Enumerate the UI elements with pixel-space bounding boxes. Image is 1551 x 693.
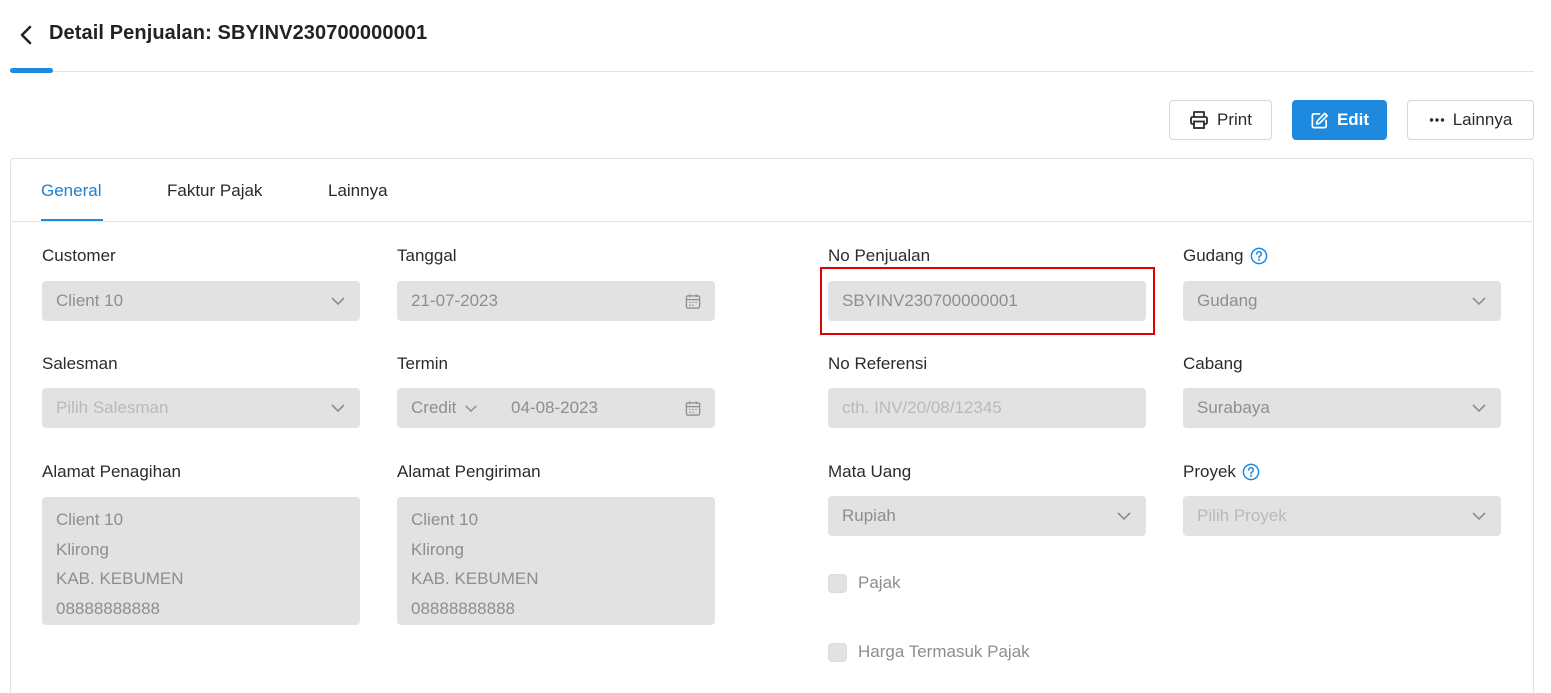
address-line: Klirong	[56, 539, 109, 559]
edit-icon	[1311, 112, 1328, 128]
edit-label: Edit	[1336, 110, 1370, 129]
mata-uang-select[interactable]: Rupiah	[828, 496, 1146, 536]
gudang-value: Gudang	[1197, 291, 1258, 310]
chevron-down-icon	[1471, 400, 1487, 416]
header-divider	[10, 71, 1534, 72]
calendar-icon	[685, 400, 701, 416]
no-referensi-label-text: No Referensi	[828, 354, 928, 373]
print-button[interactable]: Print	[1169, 100, 1272, 140]
alamat-pengiriman-label-text: Alamat Pengiriman	[397, 462, 541, 481]
address-line: Klirong	[411, 539, 464, 559]
question-circle-icon[interactable]	[1242, 463, 1260, 481]
customer-select[interactable]: Client 10	[42, 281, 360, 321]
tab-lainnya[interactable]: Lainnya	[328, 181, 388, 201]
pajak-checkbox-row[interactable]: Pajak	[828, 573, 901, 593]
termin-group[interactable]: Credit 04-08-2023	[397, 388, 715, 428]
proyek-label: Proyek	[1183, 462, 1260, 482]
tanggal-date-input[interactable]: 21-07-2023	[397, 281, 715, 321]
header-accent-bar	[10, 68, 53, 73]
tanggal-label: Tanggal	[397, 246, 457, 266]
page-title: Detail Penjualan: SBYINV230700000001	[49, 22, 428, 44]
cabang-select[interactable]: Surabaya	[1183, 388, 1501, 428]
chevron-left-icon	[20, 25, 32, 45]
cabang-value: Surabaya	[1197, 398, 1270, 417]
tab-general[interactable]: General	[41, 181, 101, 201]
salesman-placeholder: Pilih Salesman	[56, 398, 169, 417]
tab-bar: General Faktur Pajak Lainnya	[11, 159, 1533, 222]
proyek-placeholder: Pilih Proyek	[1197, 506, 1287, 525]
cabang-label-text: Cabang	[1183, 354, 1243, 373]
alamat-penagihan-textarea[interactable]: Client 10 Klirong KAB. KEBUMEN 088888888…	[42, 497, 360, 625]
gudang-label-text: Gudang	[1183, 246, 1244, 265]
salesman-label: Salesman	[42, 354, 118, 374]
gudang-label: Gudang	[1183, 246, 1268, 266]
termin-label-text: Termin	[397, 354, 449, 373]
proyek-label-text: Proyek	[1183, 462, 1236, 481]
chevron-down-icon	[465, 404, 478, 412]
chevron-down-icon	[1471, 508, 1487, 524]
customer-label-text: Customer	[42, 246, 116, 265]
printer-icon	[1190, 111, 1208, 129]
address-line: 08888888888	[56, 598, 161, 618]
mata-uang-label: Mata Uang	[828, 462, 911, 482]
page-header: Detail Penjualan: SBYINV230700000001	[0, 0, 1551, 74]
harga-termasuk-pajak-label: Harga Termasuk Pajak	[858, 642, 1030, 661]
pajak-checkbox[interactable]	[828, 573, 847, 593]
edit-button[interactable]: Edit	[1292, 100, 1387, 140]
address-line: 08888888888	[411, 598, 516, 618]
no-penjualan-label: No Penjualan	[828, 246, 930, 266]
highlight-box	[820, 267, 1155, 335]
termin-type-value: Credit	[411, 398, 457, 417]
tanggal-label-text: Tanggal	[397, 246, 457, 265]
calendar-icon	[685, 293, 701, 309]
termin-type-select[interactable]: Credit	[411, 398, 511, 418]
customer-label: Customer	[42, 246, 116, 266]
chevron-down-icon	[330, 293, 346, 309]
tab-faktur-pajak[interactable]: Faktur Pajak	[167, 181, 262, 201]
gudang-select[interactable]: Gudang	[1183, 281, 1501, 321]
no-penjualan-label-text: No Penjualan	[828, 246, 931, 265]
harga-termasuk-pajak-checkbox-row[interactable]: Harga Termasuk Pajak	[828, 642, 1030, 662]
salesman-label-text: Salesman	[42, 354, 118, 373]
cabang-label: Cabang	[1183, 354, 1243, 374]
more-button[interactable]: Lainnya	[1407, 100, 1534, 140]
question-circle-icon[interactable]	[1250, 247, 1268, 265]
termin-date-value[interactable]: 04-08-2023	[511, 398, 685, 418]
proyek-select[interactable]: Pilih Proyek	[1183, 496, 1501, 536]
address-line: Client 10	[56, 510, 124, 529]
no-referensi-label: No Referensi	[828, 354, 927, 374]
chevron-down-icon	[1116, 508, 1132, 524]
customer-value: Client 10	[56, 291, 124, 310]
pajak-label: Pajak	[858, 573, 901, 592]
address-line: Client 10	[411, 510, 479, 529]
back-button[interactable]	[14, 22, 38, 48]
mata-uang-value: Rupiah	[842, 506, 896, 525]
chevron-down-icon	[330, 400, 346, 416]
salesman-select[interactable]: Pilih Salesman	[42, 388, 360, 428]
print-label: Print	[1217, 110, 1252, 129]
address-line: KAB. KEBUMEN	[411, 569, 539, 588]
mata-uang-label-text: Mata Uang	[828, 462, 912, 481]
address-line: KAB. KEBUMEN	[56, 569, 184, 588]
alamat-pengiriman-label: Alamat Pengiriman	[397, 462, 541, 482]
chevron-down-icon	[1471, 293, 1487, 309]
more-label: Lainnya	[1452, 110, 1513, 129]
alamat-penagihan-label-text: Alamat Penagihan	[42, 462, 181, 481]
alamat-penagihan-label: Alamat Penagihan	[42, 462, 181, 482]
active-tab-indicator	[41, 219, 103, 221]
no-referensi-input[interactable]: cth. INV/20/08/12345	[828, 388, 1146, 428]
harga-termasuk-pajak-checkbox[interactable]	[828, 642, 847, 662]
alamat-pengiriman-textarea[interactable]: Client 10 Klirong KAB. KEBUMEN 088888888…	[397, 497, 715, 625]
ellipsis-icon	[1429, 118, 1444, 122]
no-referensi-placeholder: cth. INV/20/08/12345	[842, 398, 1002, 417]
tanggal-value: 21-07-2023	[411, 291, 498, 310]
termin-label: Termin	[397, 354, 448, 374]
